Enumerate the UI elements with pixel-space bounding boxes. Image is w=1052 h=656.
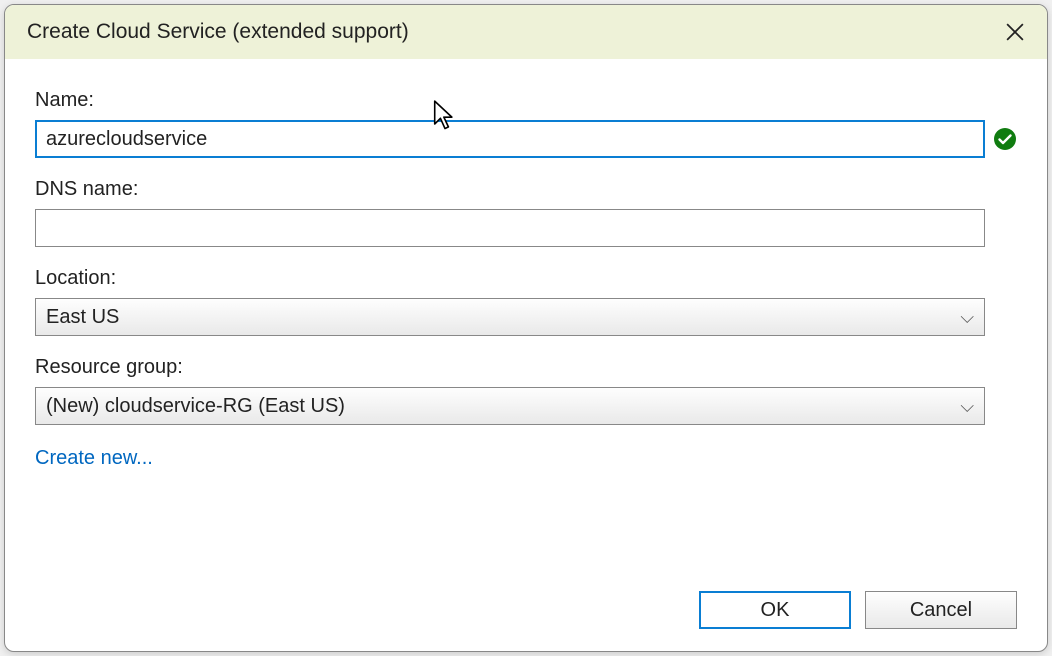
location-field-group: Location: East US ⌵ [35,267,1017,336]
resource-group-label: Resource group: [35,356,1017,379]
location-selected-value: East US [46,306,119,329]
name-input-row [35,120,1017,158]
resource-group-field-group: Resource group: (New) cloudservice-RG (E… [35,356,1017,425]
resource-group-selected-value: (New) cloudservice-RG (East US) [46,395,345,418]
location-select[interactable]: East US ⌵ [35,298,985,336]
titlebar: Create Cloud Service (extended support) [5,5,1047,59]
dns-input-row [35,209,1017,247]
dialog-title: Create Cloud Service (extended support) [27,20,409,44]
chevron-down-icon: ⌵ [960,307,974,328]
create-new-link[interactable]: Create new... [35,447,153,470]
name-field-group: Name: [35,89,1017,158]
dns-label: DNS name: [35,178,1017,201]
name-input[interactable] [35,120,985,158]
close-icon[interactable] [1001,18,1029,46]
ok-button[interactable]: OK [699,591,851,629]
create-cloud-service-dialog: Create Cloud Service (extended support) … [4,4,1048,652]
location-label: Location: [35,267,1017,290]
dns-input[interactable] [35,209,985,247]
chevron-down-icon: ⌵ [960,396,974,417]
button-row: OK Cancel [699,591,1017,629]
location-input-row: East US ⌵ [35,298,1017,336]
dns-field-group: DNS name: [35,178,1017,247]
resource-group-input-row: (New) cloudservice-RG (East US) ⌵ [35,387,1017,425]
name-label: Name: [35,89,1017,112]
dialog-content: Name: DNS name: Location: East US ⌵ [5,59,1047,480]
cancel-button[interactable]: Cancel [865,591,1017,629]
checkmark-icon [993,127,1017,151]
resource-group-select[interactable]: (New) cloudservice-RG (East US) ⌵ [35,387,985,425]
